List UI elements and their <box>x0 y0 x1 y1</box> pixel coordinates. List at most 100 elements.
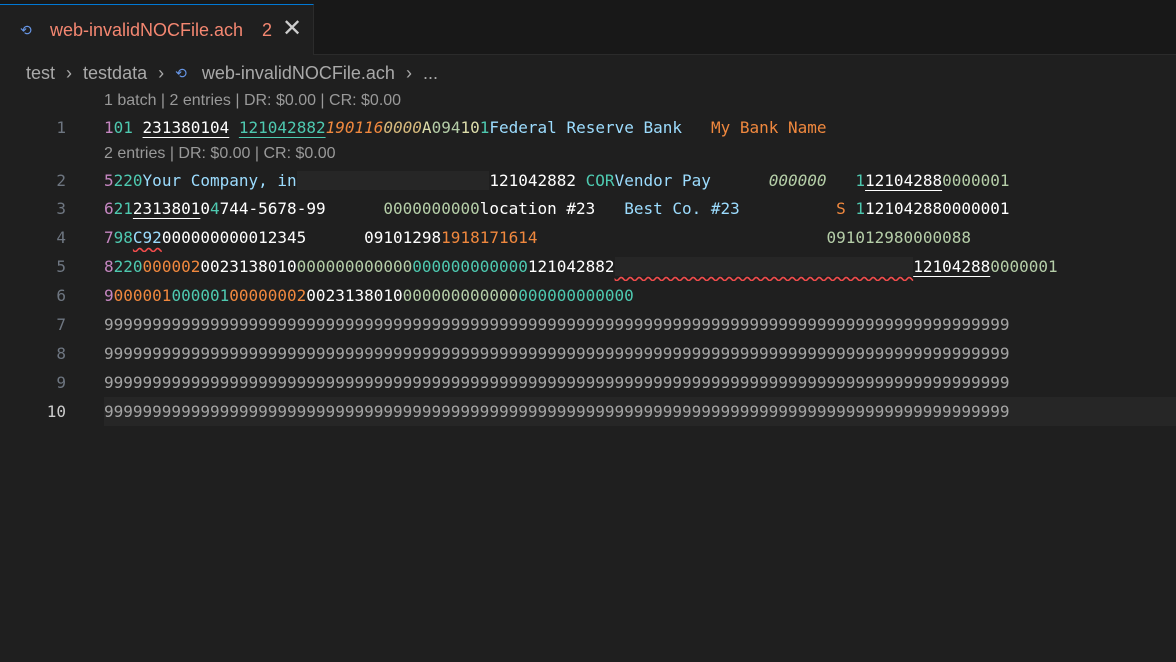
codelens-batch-summary[interactable]: 2 entries | DR: $0.00 | CR: $0.00 <box>104 145 336 163</box>
line-number: 10 <box>46 402 66 421</box>
token: 220 <box>113 171 143 190</box>
token: 0023138010 <box>200 257 297 276</box>
code-line[interactable]: 101 231380104 1210428821901160000A094101… <box>104 113 1176 142</box>
token: 10 <box>460 118 480 137</box>
code-line[interactable]: 9000001000001000000020023138010000000000… <box>104 281 1176 310</box>
breadcrumb-item-symbols[interactable]: ... <box>423 63 438 83</box>
line-number: 9 <box>56 373 66 392</box>
chevron-right-icon: › <box>158 62 165 83</box>
line-number: 2 <box>56 171 66 190</box>
chevron-right-icon: › <box>66 62 73 83</box>
code-line[interactable]: 9999999999999999999999999999999999999999… <box>104 368 1176 397</box>
token: location #23 <box>479 199 625 218</box>
line-number: 3 <box>56 199 66 218</box>
breadcrumb-item-file[interactable]: web-invalidNOCFile.ach <box>202 63 395 83</box>
token: 000000 <box>768 171 827 190</box>
token: 000001 <box>113 286 172 305</box>
token: 9999999999999999999999999999999999999999… <box>104 373 1010 392</box>
token: 121042880000001 <box>865 199 1010 218</box>
token: 21 <box>113 199 133 218</box>
codelens-file-summary[interactable]: 1 batch | 2 entries | DR: $0.00 | CR: $0… <box>104 92 401 110</box>
token: Vendor Pay <box>614 171 769 190</box>
breadcrumb-item-testdata[interactable]: testdata <box>83 63 147 83</box>
tab-filename: web-invalidNOCFile.ach <box>50 20 244 40</box>
problem-count-badge: 2 <box>262 20 273 40</box>
token: Your Company, in <box>142 171 297 190</box>
token: S <box>836 199 856 218</box>
token: 12104288 <box>913 257 991 276</box>
token: 091012980000088 <box>826 228 971 247</box>
code-line[interactable]: 621231380104744-5678-99 0000000000locati… <box>104 194 1176 223</box>
token: 000000000000 <box>296 257 413 276</box>
token: 744-5678-99 <box>219 199 384 218</box>
token: 6 <box>104 199 114 218</box>
token: 1 <box>479 118 490 137</box>
token <box>614 257 914 276</box>
token: 121042882 <box>238 118 326 137</box>
code-line[interactable]: 9999999999999999999999999999999999999999… <box>104 397 1176 426</box>
breadcrumb: test › testdata › ⟲ web-invalidNOCFile.a… <box>26 62 438 84</box>
token: Best Co. #23 <box>624 199 837 218</box>
code-line[interactable]: 9999999999999999999999999999999999999999… <box>104 310 1176 339</box>
tab-web-invalid-noc-file[interactable]: ⟲ web-invalidNOCFile.ach 2 ✕ <box>0 4 314 55</box>
token: 12104288 <box>865 171 943 190</box>
token: 0000000000 <box>383 199 480 218</box>
token: 01 <box>113 118 133 137</box>
token: 09101298 <box>364 228 442 247</box>
token: 98 <box>113 228 133 247</box>
token: 9999999999999999999999999999999999999999… <box>104 344 1010 363</box>
token: 000001 <box>171 286 230 305</box>
token: 121042882 <box>527 257 615 276</box>
line-number: 5 <box>56 257 66 276</box>
token: 0000001 <box>990 257 1058 276</box>
line-number: 7 <box>56 315 66 334</box>
token: 8 <box>104 257 114 276</box>
token: 000000000000 <box>412 257 528 276</box>
token: 9999999999999999999999999999999999999999… <box>104 315 1010 334</box>
token: 000002 <box>142 257 201 276</box>
code-line[interactable]: 8220000002002313801000000000000000000000… <box>104 252 1176 281</box>
token: COR <box>585 171 615 190</box>
token: 0000 <box>383 118 422 137</box>
code-line[interactable]: 798C92000000000012345 091012981918171614… <box>104 223 1176 252</box>
token: 1918171614 <box>441 228 538 247</box>
token: 0 <box>200 199 210 218</box>
token: 0000001 <box>942 171 1010 190</box>
editor[interactable]: 1 batch | 2 entries | DR: $0.00 | CR: $0… <box>0 90 1176 662</box>
ach-file-icon: ⟲ <box>20 22 32 38</box>
token: 9999999999999999999999999999999999999999… <box>104 402 1010 421</box>
token: 000000000000 <box>402 286 519 305</box>
token: 00000002 <box>229 286 307 305</box>
token: 4 <box>209 199 220 218</box>
token: 000000000012345 <box>161 228 365 247</box>
token: 1 <box>855 171 866 190</box>
tab-bar: ⟲ web-invalidNOCFile.ach 2 ✕ <box>0 0 1176 55</box>
code-line[interactable]: 5220Your Company, in 121042882 CORVendor… <box>104 166 1176 195</box>
line-number: 8 <box>56 344 66 363</box>
token: A <box>421 118 432 137</box>
chevron-right-icon: › <box>405 62 412 83</box>
token: 2313801 <box>132 199 201 218</box>
token: 1 <box>104 118 114 137</box>
token: 5 <box>104 171 114 190</box>
code-line[interactable]: 9999999999999999999999999999999999999999… <box>104 339 1176 368</box>
token: 190116 <box>325 118 384 137</box>
token: 000000000000 <box>518 286 634 305</box>
line-number: 6 <box>56 286 66 305</box>
ach-file-icon: ⟲ <box>175 64 187 81</box>
token: 7 <box>104 228 114 247</box>
token: 220 <box>113 257 143 276</box>
token: 1 <box>855 199 866 218</box>
token: C92 <box>132 228 162 247</box>
line-number: 1 <box>56 118 66 137</box>
close-icon[interactable]: ✕ <box>282 15 302 43</box>
token: 231380104 <box>142 118 230 137</box>
line-number: 4 <box>56 228 66 247</box>
token: 121042882 <box>489 171 586 190</box>
breadcrumb-item-test[interactable]: test <box>26 63 55 83</box>
token <box>296 171 490 190</box>
